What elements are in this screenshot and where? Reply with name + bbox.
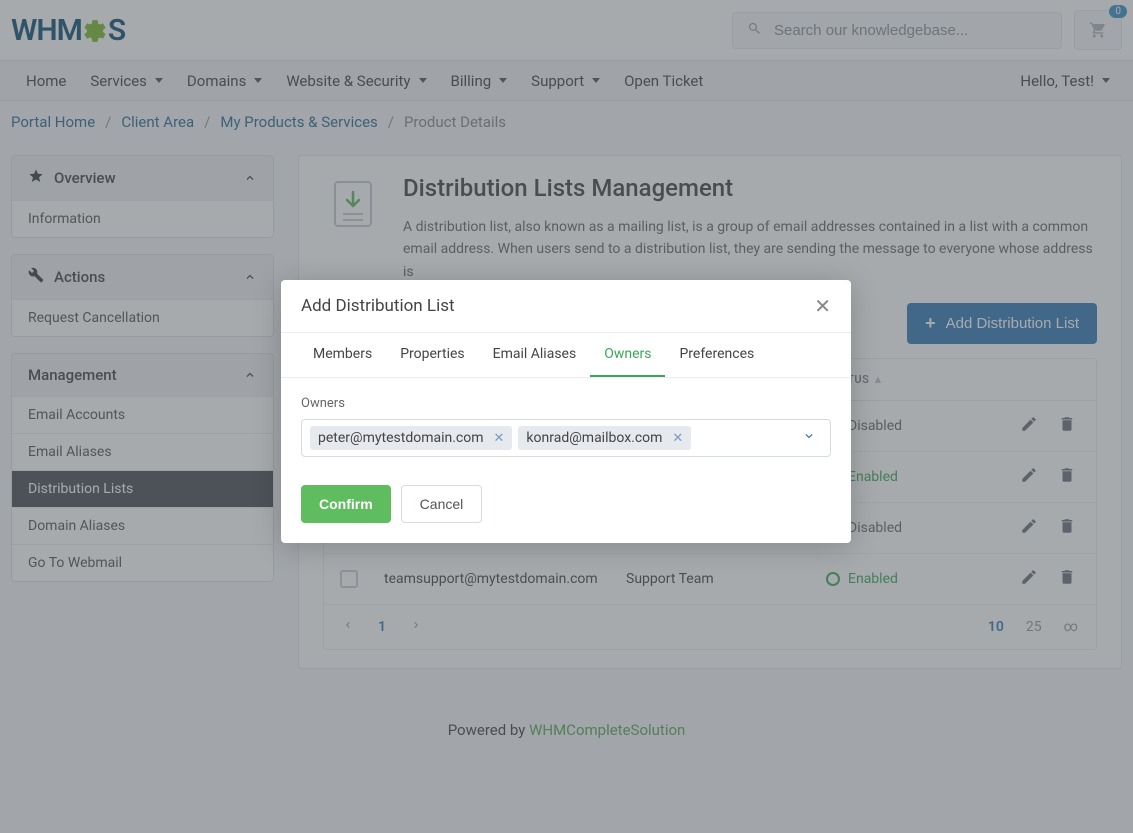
modal-title: Add Distribution List bbox=[301, 296, 455, 316]
remove-tag-icon[interactable]: ✕ bbox=[672, 431, 683, 446]
tab-owners[interactable]: Owners bbox=[590, 333, 665, 377]
modal-close-button[interactable]: ✕ bbox=[814, 294, 831, 318]
add-distribution-list-modal: Add Distribution List ✕ Members Properti… bbox=[281, 280, 851, 543]
dropdown-icon[interactable] bbox=[802, 429, 822, 447]
tab-preferences[interactable]: Preferences bbox=[665, 333, 768, 377]
owners-label: Owners bbox=[301, 396, 831, 411]
owners-input[interactable]: peter@mytestdomain.com ✕ konrad@mailbox.… bbox=[301, 419, 831, 457]
tab-members[interactable]: Members bbox=[299, 333, 386, 377]
remove-tag-icon[interactable]: ✕ bbox=[494, 431, 505, 446]
tab-email-aliases[interactable]: Email Aliases bbox=[479, 333, 591, 377]
owner-tag: konrad@mailbox.com ✕ bbox=[518, 426, 691, 450]
tab-properties[interactable]: Properties bbox=[386, 333, 478, 377]
cancel-button[interactable]: Cancel bbox=[401, 485, 483, 523]
confirm-button[interactable]: Confirm bbox=[301, 485, 391, 523]
owner-tag: peter@mytestdomain.com ✕ bbox=[310, 426, 512, 450]
